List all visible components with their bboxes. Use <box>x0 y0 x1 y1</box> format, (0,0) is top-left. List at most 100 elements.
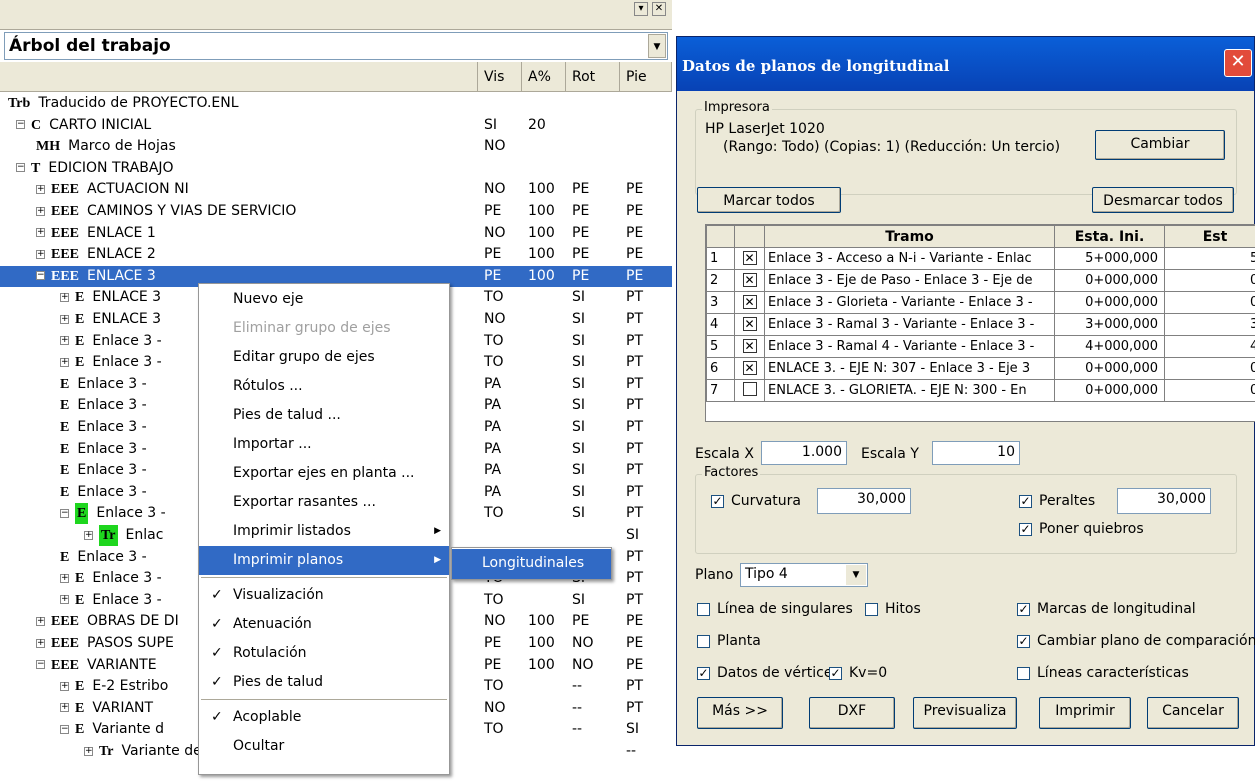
change-printer-button[interactable]: Cambiar <box>1095 130 1225 160</box>
tree-row[interactable]: + EEE ACTUACION NI NO 100 PE PE <box>0 179 672 201</box>
preview-button[interactable]: Previsualiza <box>913 697 1017 729</box>
curvatura-checkbox[interactable]: ✓ <box>711 495 724 508</box>
expand-icon[interactable]: + <box>60 357 69 367</box>
menu-item[interactable]: Editar grupo de ejes <box>199 343 449 372</box>
escala-x-input[interactable]: 1.000 <box>761 441 847 465</box>
row-checkbox-cell[interactable]: ✕ <box>734 247 765 270</box>
expand-icon[interactable]: + <box>36 638 45 648</box>
expand-icon[interactable]: + <box>60 336 69 346</box>
expand-icon[interactable]: + <box>84 530 93 540</box>
row-checkbox[interactable]: ✕ <box>742 317 757 331</box>
menu-item[interactable]: Eliminar grupo de ejes <box>199 314 449 343</box>
tree-node[interactable]: + E Enlace 3 - <box>60 568 162 589</box>
menu-item[interactable]: Pies de talud ... <box>199 401 449 430</box>
expand-icon[interactable]: + <box>60 292 69 302</box>
menu-item[interactable]: Pies de talud ✓ <box>199 668 449 697</box>
kv-checkbox[interactable]: ✓ <box>829 667 842 680</box>
tree-node[interactable]: + EEE ACTUACION NI <box>36 179 189 200</box>
tree-node[interactable]: + EEE ENLACE 2 <box>36 244 156 265</box>
column-header-a[interactable]: A% <box>522 62 566 92</box>
collapse-icon[interactable]: − <box>60 724 69 734</box>
collapse-icon[interactable]: − <box>16 163 25 173</box>
datos-vertices-checkbox[interactable]: ✓ <box>697 667 710 680</box>
tree-row[interactable]: − T EDICION TRABAJO <box>0 158 672 180</box>
tree-node[interactable]: E Enlace 3 - <box>60 460 147 481</box>
expand-icon[interactable]: + <box>60 681 69 691</box>
tree-node[interactable]: − C CARTO INICIAL <box>16 115 151 136</box>
poner-quiebros-checkbox[interactable]: ✓ <box>1019 523 1032 536</box>
column-header-pie[interactable]: Pie <box>620 62 672 92</box>
cancel-button[interactable]: Cancelar <box>1147 697 1239 729</box>
menu-item[interactable]: Importar ... <box>199 430 449 459</box>
plano-select[interactable]: Tipo 4 ▼ <box>740 563 868 587</box>
hitos-checkbox[interactable] <box>865 603 878 616</box>
dxf-button[interactable]: DXF <box>809 697 895 729</box>
expand-icon[interactable]: + <box>36 616 45 626</box>
row-checkbox[interactable]: ✕ <box>742 273 757 287</box>
print-button[interactable]: Imprimir <box>1039 697 1131 729</box>
row-checkbox[interactable]: ✕ <box>742 339 757 353</box>
expand-icon[interactable]: + <box>60 703 69 713</box>
tree-node[interactable]: E Enlace 3 - <box>60 417 147 438</box>
expand-icon[interactable]: + <box>60 595 69 605</box>
column-header-name[interactable] <box>0 62 478 92</box>
tree-row[interactable]: + EEE ENLACE 2 PE 100 PE PE <box>0 244 672 266</box>
tree-node[interactable]: + E ENLACE 3 <box>60 309 161 330</box>
row-checkbox-cell[interactable]: ✕ <box>734 357 765 380</box>
menu-item[interactable]: Rótulos ... <box>199 372 449 401</box>
table-row[interactable]: 1 ✕ Enlace 3 - Acceso a N-i - Variante - E… <box>706 247 1255 270</box>
row-checkbox-cell[interactable]: ✕ <box>734 335 765 358</box>
menu-item[interactable]: Rotulación ✓ <box>199 639 449 668</box>
unmark-all-button[interactable]: Desmarcar todos <box>1092 187 1234 213</box>
tree-node[interactable]: E Enlace 3 - <box>60 482 147 503</box>
menu-item[interactable]: Nuevo eje <box>199 285 449 314</box>
marcas-checkbox[interactable]: ✓ <box>1017 603 1030 616</box>
table-header-tramo[interactable]: Tramo <box>764 225 1055 248</box>
collapse-icon[interactable]: − <box>60 508 69 518</box>
menu-item[interactable]: Atenuación ✓ <box>199 610 449 639</box>
table-row[interactable]: 4 ✕ Enlace 3 - Ramal 3 - Variante - Enlace… <box>706 313 1255 336</box>
tree-node[interactable]: + E VARIANT <box>60 698 153 719</box>
escala-y-input[interactable]: 10 <box>932 441 1020 465</box>
menu-item[interactable]: Exportar rasantes ... <box>199 488 449 517</box>
collapse-icon[interactable]: − <box>36 660 45 670</box>
table-row[interactable]: 3 ✕ Enlace 3 - Glorieta - Variante - Enlac… <box>706 291 1255 314</box>
tree-node[interactable]: E Enlace 3 - <box>60 374 147 395</box>
tree-node[interactable]: + EEE PASOS SUPE <box>36 633 174 654</box>
tree-node[interactable]: − EEE ENLACE 3 <box>36 266 156 287</box>
tree-row[interactable]: Trb Traducido de PROYECTO.ENL <box>0 93 672 115</box>
tree-node[interactable]: + E E-2 Estribo <box>60 676 168 697</box>
expand-icon[interactable]: + <box>36 228 45 238</box>
curvatura-input[interactable]: 30,000 <box>817 488 911 514</box>
peraltes-checkbox[interactable]: ✓ <box>1019 495 1032 508</box>
tree-node[interactable]: + EEE CAMINOS Y VIAS DE SERVICIO <box>36 201 296 222</box>
menu-item[interactable]: Imprimir listados ▶ <box>199 517 449 546</box>
mark-all-button[interactable]: Marcar todos <box>697 187 841 213</box>
table-row[interactable]: 7 ENLACE 3. - GLORIETA. - EJE N: 300 - En… <box>706 379 1255 402</box>
row-checkbox[interactable]: ✕ <box>742 251 757 265</box>
tree-row[interactable]: − C CARTO INICIAL SI 20 <box>0 115 672 137</box>
tree-node[interactable]: + E Enlace 3 - <box>60 590 162 611</box>
table-header-end[interactable]: Est <box>1164 225 1255 248</box>
tree-node[interactable]: E Enlace 3 - <box>60 547 147 568</box>
menu-item[interactable]: Imprimir planos ▶ <box>199 546 449 575</box>
chevron-down-icon[interactable]: ▼ <box>648 34 666 58</box>
tree-selector-combo[interactable]: Árbol del trabajo ▼ <box>4 32 668 60</box>
expand-icon[interactable]: + <box>60 573 69 583</box>
peraltes-input[interactable]: 30,000 <box>1117 488 1211 514</box>
menu-item[interactable]: Visualización ✓ <box>199 581 449 610</box>
row-checkbox[interactable]: ✕ <box>742 361 757 375</box>
table-row[interactable]: 6 ✕ ENLACE 3. - EJE N: 307 - Enlace 3 - Ej… <box>706 357 1255 380</box>
tree-node[interactable]: − E Variante d <box>60 719 164 740</box>
tree-node[interactable]: E Enlace 3 - <box>60 439 147 460</box>
tree-node[interactable]: − T EDICION TRABAJO <box>16 158 174 179</box>
expand-icon[interactable]: + <box>36 206 45 216</box>
menu-item[interactable]: Acoplable ✓ <box>199 703 449 732</box>
row-checkbox[interactable] <box>742 381 757 396</box>
menu-item-longitudinales[interactable]: Longitudinales <box>452 549 611 579</box>
tree-node[interactable]: + Tr Enlac <box>84 525 163 546</box>
table-row[interactable]: 2 ✕ Enlace 3 - Eje de Paso - Enlace 3 - Ej… <box>706 269 1255 292</box>
expand-icon[interactable]: + <box>84 746 93 756</box>
table-row[interactable]: 5 ✕ Enlace 3 - Ramal 4 - Variante - Enlace… <box>706 335 1255 358</box>
tree-node[interactable]: E Enlace 3 - <box>60 395 147 416</box>
